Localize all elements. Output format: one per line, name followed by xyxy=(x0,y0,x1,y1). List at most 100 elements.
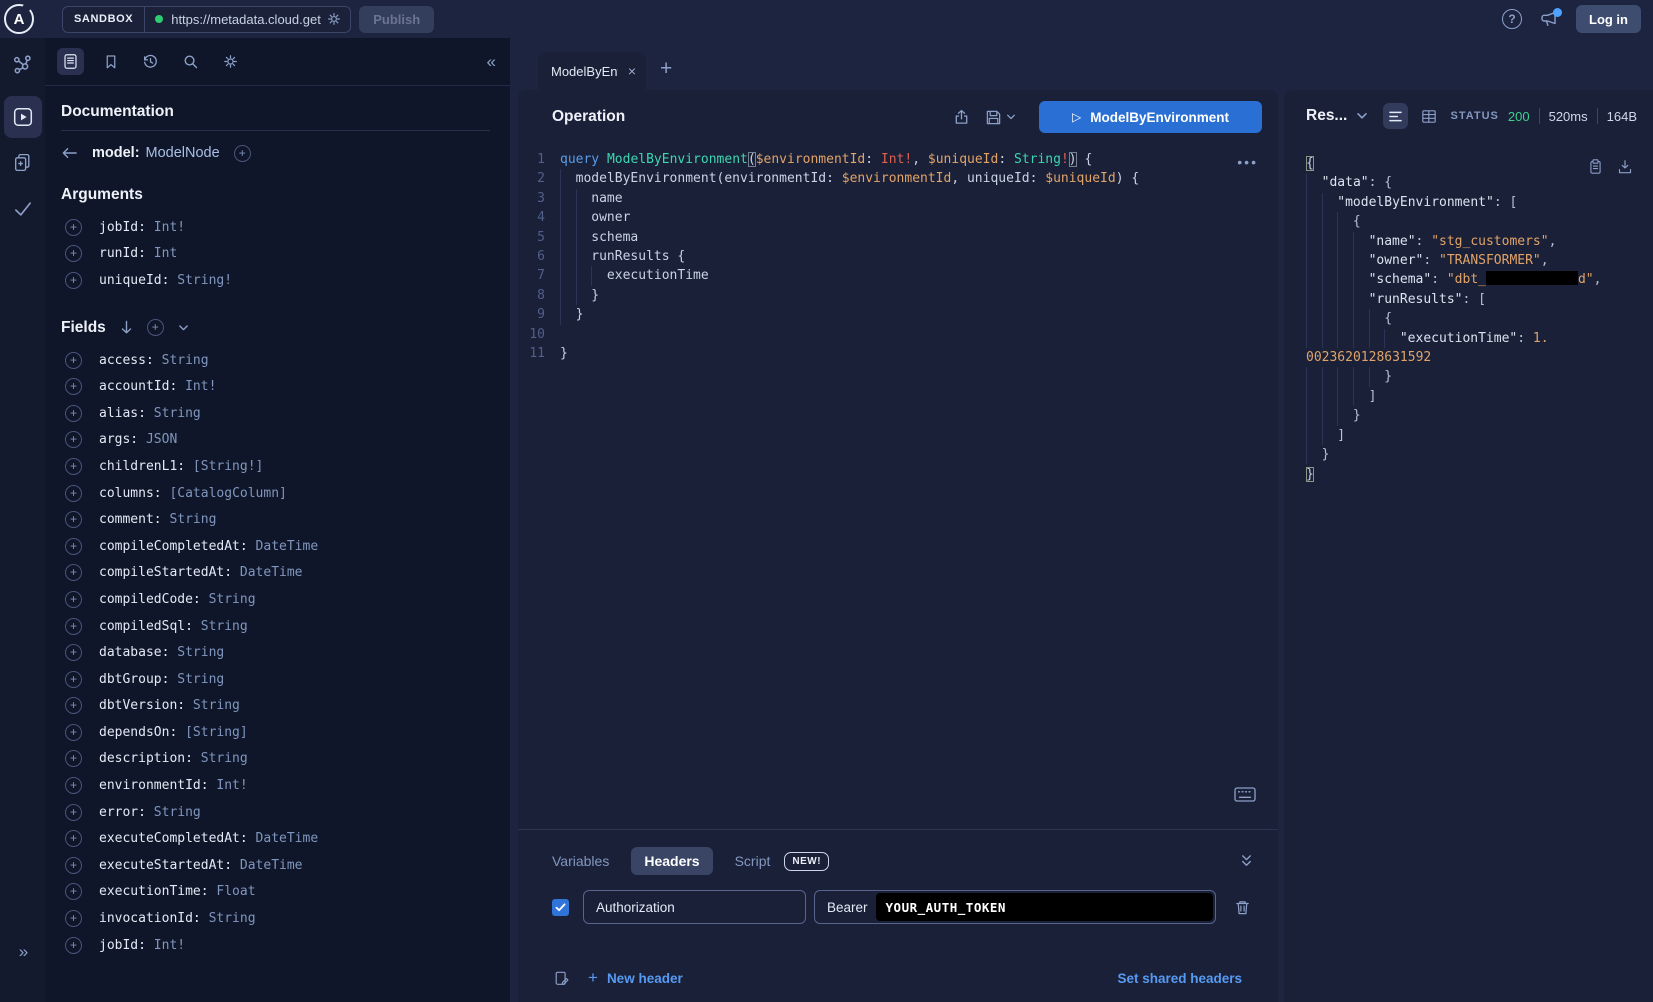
add-field-icon[interactable]: + xyxy=(65,644,82,661)
add-field-icon[interactable]: + xyxy=(65,937,82,954)
tab-headers[interactable]: Headers xyxy=(631,847,712,875)
publish-button[interactable]: Publish xyxy=(359,6,434,33)
add-field-icon[interactable]: + xyxy=(65,405,82,422)
fields-options-chevron-icon[interactable] xyxy=(178,324,189,332)
collapse-docs-icon[interactable]: « xyxy=(487,52,494,72)
tab-script[interactable]: Script xyxy=(735,853,771,869)
sort-fields-icon[interactable] xyxy=(120,320,133,335)
new-tab-icon[interactable]: + xyxy=(660,57,672,81)
bookmarks-icon[interactable] xyxy=(97,48,124,75)
close-tab-icon[interactable]: × xyxy=(628,63,636,79)
add-field-icon[interactable]: + xyxy=(65,591,82,608)
field-row[interactable]: +alias: String xyxy=(61,400,490,427)
field-row[interactable]: +description: String xyxy=(61,746,490,773)
endpoint-settings-icon[interactable] xyxy=(326,11,342,27)
search-icon[interactable] xyxy=(177,48,204,75)
add-field-icon[interactable]: + xyxy=(65,697,82,714)
save-operation-group[interactable] xyxy=(985,109,1016,126)
add-field-icon[interactable]: + xyxy=(65,671,82,688)
field-row[interactable]: +access: String xyxy=(61,347,490,374)
back-icon[interactable] xyxy=(61,146,78,160)
add-field-icon[interactable]: + xyxy=(65,618,82,635)
history-icon[interactable] xyxy=(137,48,164,75)
add-all-fields-icon[interactable]: + xyxy=(147,319,164,336)
add-field-icon[interactable]: + xyxy=(65,830,82,847)
collapse-bottom-panel-icon[interactable] xyxy=(1239,854,1254,868)
add-field-icon[interactable]: + xyxy=(65,724,82,741)
field-row[interactable]: +compiledCode: String xyxy=(61,586,490,613)
field-row[interactable]: +error: String xyxy=(61,799,490,826)
response-dropdown-chevron-icon[interactable] xyxy=(1356,112,1368,120)
editor-more-icon[interactable]: ••• xyxy=(1237,154,1258,170)
field-row[interactable]: +jobId: Int! xyxy=(61,932,490,959)
share-icon[interactable] xyxy=(953,108,970,126)
add-field-icon[interactable]: + xyxy=(65,352,82,369)
field-row[interactable]: +compileStartedAt: DateTime xyxy=(61,560,490,587)
field-row[interactable]: +comment: String xyxy=(61,506,490,533)
operation-tab[interactable]: ModelByEnvi... × xyxy=(538,52,646,90)
add-field-icon[interactable]: + xyxy=(65,431,82,448)
add-field-icon[interactable]: + xyxy=(65,245,82,262)
endpoint-url-input[interactable]: https://metadata.cloud.get xyxy=(171,12,324,27)
add-type-icon[interactable]: + xyxy=(234,145,251,162)
add-field-icon[interactable]: + xyxy=(65,378,82,395)
field-row[interactable]: +executeStartedAt: DateTime xyxy=(61,852,490,879)
add-field-icon[interactable]: + xyxy=(65,857,82,874)
checks-icon[interactable] xyxy=(0,198,45,220)
run-operation-button[interactable]: ▷ ModelByEnvironment xyxy=(1039,101,1262,133)
operation-collections-icon[interactable] xyxy=(0,152,45,173)
add-field-icon[interactable]: + xyxy=(65,538,82,555)
add-field-icon[interactable]: + xyxy=(65,564,82,581)
announcements-icon[interactable] xyxy=(1539,10,1559,28)
argument-row[interactable]: +runId: Int xyxy=(61,241,490,268)
breadcrumb-type[interactable]: ModelNode xyxy=(146,145,220,161)
preflight-script-icon[interactable] xyxy=(554,970,570,987)
expand-rail-icon[interactable]: » xyxy=(0,942,45,962)
documentation-tab-icon[interactable] xyxy=(57,48,84,75)
field-row[interactable]: +childrenL1: [String!] xyxy=(61,453,490,480)
tab-variables[interactable]: Variables xyxy=(552,853,609,869)
new-header-button[interactable]: + New header xyxy=(588,968,683,988)
help-icon[interactable]: ? xyxy=(1502,9,1522,29)
add-field-icon[interactable]: + xyxy=(65,910,82,927)
add-field-icon[interactable]: + xyxy=(65,219,82,236)
add-field-icon[interactable]: + xyxy=(65,750,82,767)
raw-view-toggle-icon[interactable] xyxy=(1383,103,1408,129)
field-row[interactable]: +executionTime: Float xyxy=(61,879,490,906)
field-row[interactable]: +columns: [CatalogColumn] xyxy=(61,480,490,507)
keyboard-shortcuts-icon[interactable] xyxy=(1234,787,1256,802)
field-row[interactable]: +invocationId: String xyxy=(61,905,490,932)
add-field-icon[interactable]: + xyxy=(65,272,82,289)
explorer-tab-selected[interactable] xyxy=(4,96,42,138)
table-view-toggle-icon[interactable] xyxy=(1417,103,1442,129)
field-row[interactable]: +environmentId: Int! xyxy=(61,772,490,799)
add-field-icon[interactable]: + xyxy=(65,458,82,475)
field-row[interactable]: +args: JSON xyxy=(61,427,490,454)
add-field-icon[interactable]: + xyxy=(65,777,82,794)
add-field-icon[interactable]: + xyxy=(65,485,82,502)
field-row[interactable]: +dbtVersion: String xyxy=(61,693,490,720)
header-key-input[interactable] xyxy=(583,890,806,924)
field-row[interactable]: +dependsOn: [String] xyxy=(61,719,490,746)
argument-row[interactable]: +jobId: Int! xyxy=(61,214,490,241)
login-button[interactable]: Log in xyxy=(1576,5,1641,33)
add-field-icon[interactable]: + xyxy=(65,511,82,528)
download-response-icon[interactable] xyxy=(1617,158,1633,175)
explorer-settings-icon[interactable] xyxy=(217,48,244,75)
header-value-input[interactable]: Bearer YOUR_AUTH_TOKEN xyxy=(814,890,1216,924)
delete-header-icon[interactable] xyxy=(1234,899,1251,916)
response-body[interactable]: {"data": {"modelByEnvironment": [{"name"… xyxy=(1284,142,1653,484)
field-row[interactable]: +compileCompletedAt: DateTime xyxy=(61,533,490,560)
query-editor[interactable]: 1query ModelByEnvironment($environmentId… xyxy=(518,144,1278,363)
response-panel-title[interactable]: Res... xyxy=(1306,107,1347,125)
set-shared-headers-link[interactable]: Set shared headers xyxy=(1117,971,1242,986)
header-enabled-checkbox[interactable] xyxy=(552,899,569,916)
field-row[interactable]: +dbtGroup: String xyxy=(61,666,490,693)
field-row[interactable]: +accountId: Int! xyxy=(61,373,490,400)
add-field-icon[interactable]: + xyxy=(65,804,82,821)
add-field-icon[interactable]: + xyxy=(65,883,82,900)
copy-response-icon[interactable] xyxy=(1588,158,1603,175)
field-row[interactable]: +executeCompletedAt: DateTime xyxy=(61,825,490,852)
schema-icon[interactable] xyxy=(0,54,45,76)
argument-row[interactable]: +uniqueId: String! xyxy=(61,267,490,294)
